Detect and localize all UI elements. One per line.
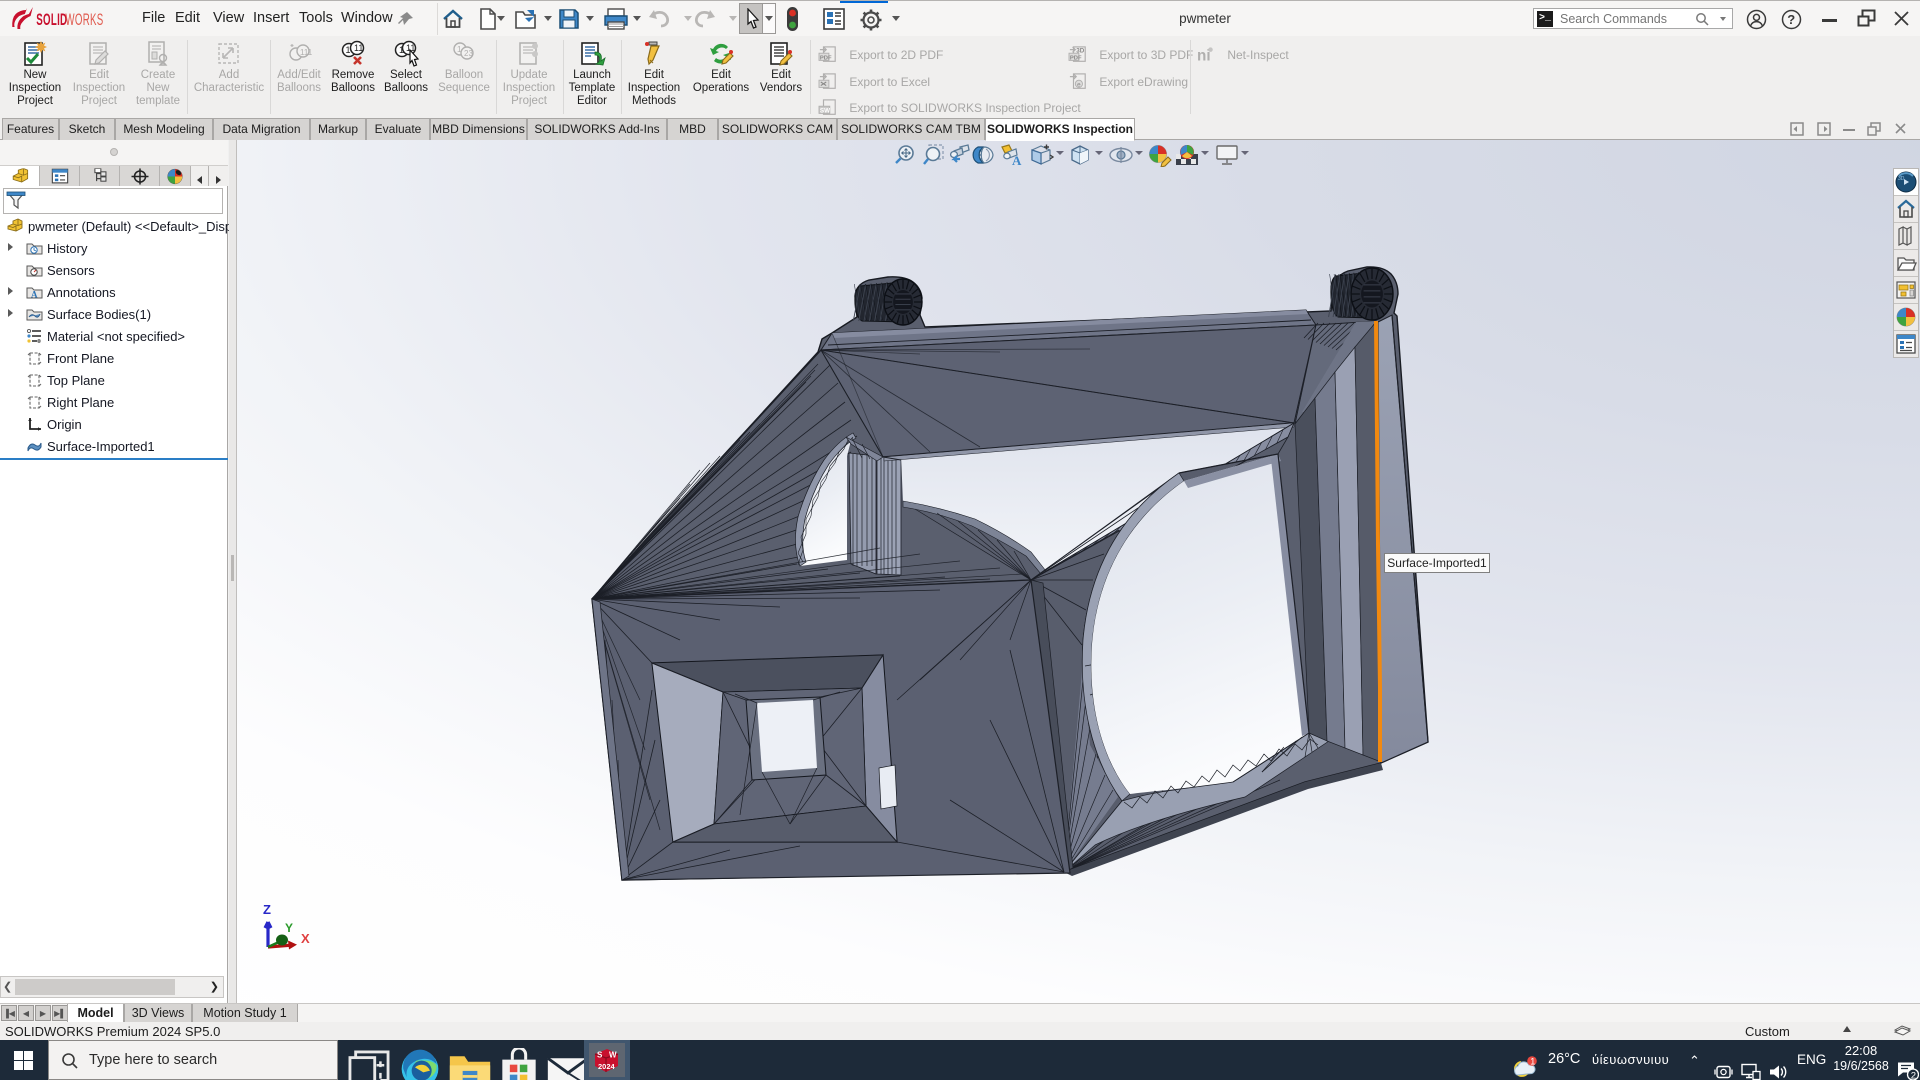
svg-text:1: 1: [457, 45, 462, 54]
svg-text:2: 2: [1911, 1070, 1916, 1080]
svg-text:WORKS: WORKS: [65, 9, 103, 29]
svg-text:S: S: [597, 1051, 603, 1060]
svg-text:W: W: [609, 1051, 617, 1060]
svg-text:3D: 3D: [1076, 47, 1085, 54]
svg-text:111: 111: [300, 48, 313, 57]
svg-text:1: 1: [399, 45, 404, 55]
svg-text:PDF: PDF: [1070, 56, 1082, 62]
svg-text:A: A: [31, 290, 38, 300]
svg-text:1: 1: [1530, 1056, 1535, 1066]
svg-text:23: 23: [464, 49, 473, 58]
svg-text:1: 1: [346, 45, 351, 55]
svg-text:PDF: PDF: [820, 56, 832, 62]
svg-text:2024: 2024: [598, 1062, 616, 1071]
svg-text:e: e: [1077, 82, 1081, 89]
svg-text:?: ?: [1787, 12, 1795, 27]
svg-text:SW: SW: [820, 108, 830, 115]
svg-text:11: 11: [354, 43, 363, 53]
svg-text:SOLID: SOLID: [36, 9, 67, 29]
